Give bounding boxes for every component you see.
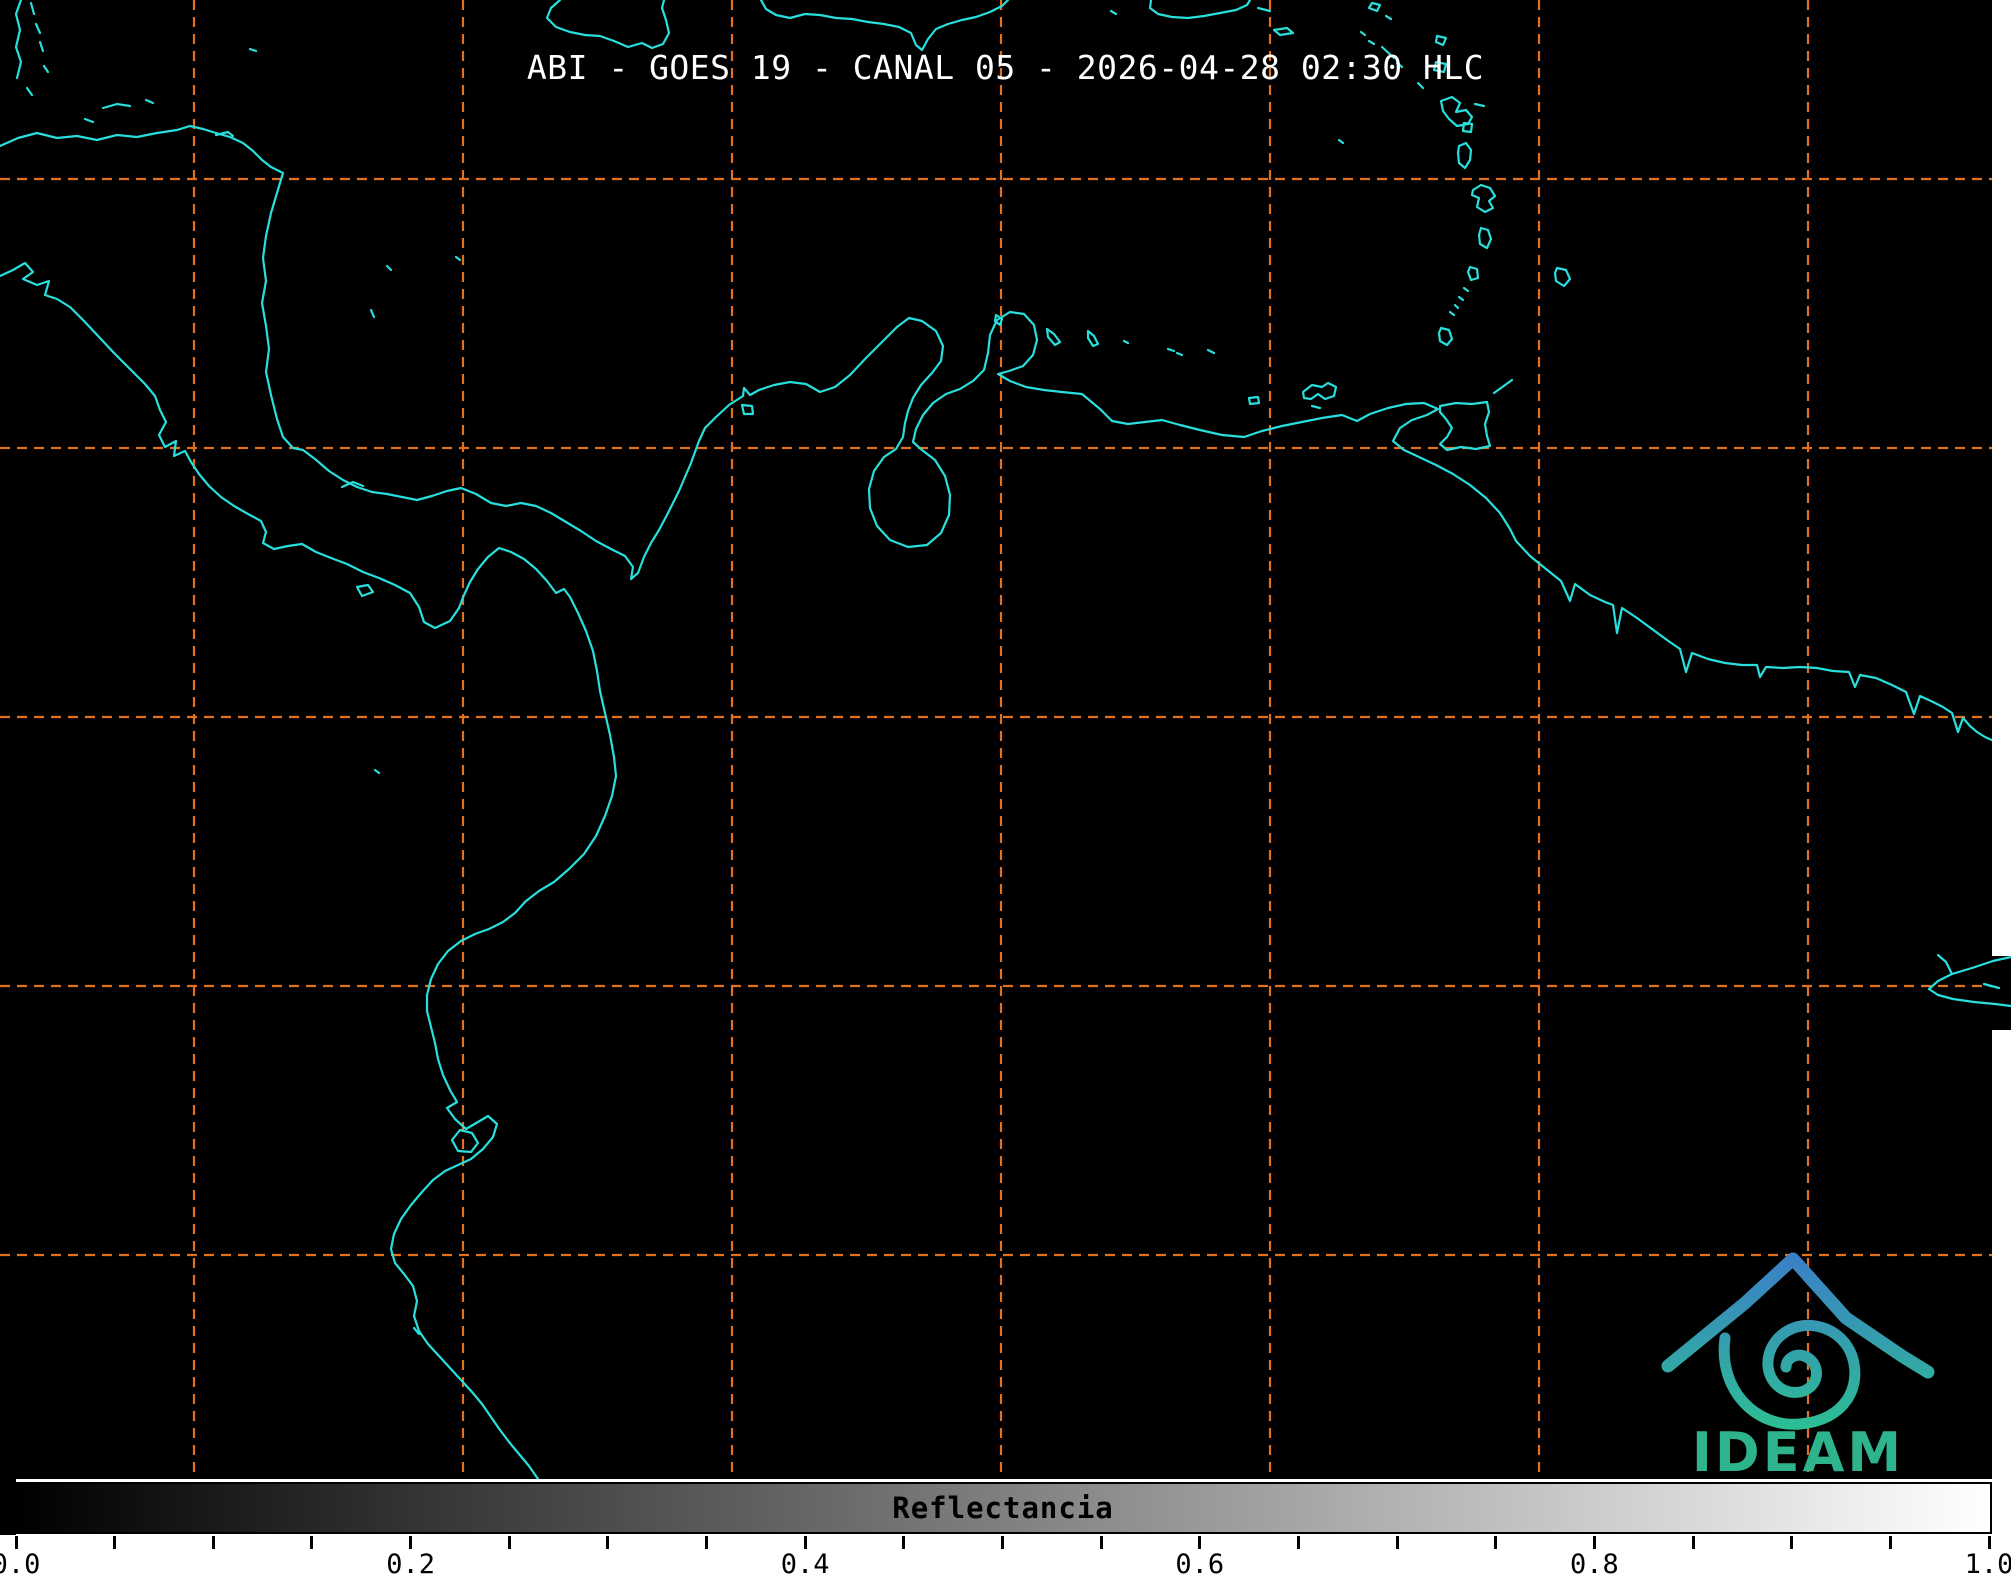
colorbar-tick (1494, 1536, 1498, 1549)
colorbar-tick (14, 1536, 18, 1549)
ideam-logo-text: IDEAM (1691, 1421, 1905, 1484)
colorbar-tick (902, 1536, 906, 1549)
map-canvas: ABI - GOES 19 - CANAL 05 - 2026-04-28 02… (0, 0, 2011, 1484)
colorbar-region: Reflectancia 0.0 0.2 0.4 0.6 0.8 1.0 (0, 1479, 2011, 1577)
nodata-strip (1992, 0, 2011, 1479)
colorbar-tick (1001, 1536, 1004, 1549)
map-title: ABI - GOES 19 - CANAL 05 - 2026-04-28 02… (526, 48, 1485, 87)
colorbar-tick-label: 0.4 (780, 1549, 830, 1577)
colorbar-tick (1592, 1536, 1596, 1549)
colorbar-tick-label: 0.2 (386, 1549, 435, 1577)
colorbar-tick (1198, 1536, 1202, 1549)
colorbar-tick (310, 1536, 314, 1549)
colorbar-tick (507, 1536, 511, 1549)
colorbar-tick (1296, 1536, 1300, 1549)
colorbar-tick (1790, 1536, 1794, 1549)
colorbar-tick (409, 1536, 413, 1549)
colorbar-tick-label: 0.8 (1570, 1549, 1619, 1577)
ideam-logo: IDEAM (1638, 1228, 1958, 1484)
goes-satellite-image: ABI - GOES 19 - CANAL 05 - 2026-04-28 02… (0, 0, 2011, 1577)
colorbar-tick (1395, 1536, 1399, 1549)
colorbar-tick-label: 0.0 (0, 1549, 41, 1577)
colorbar-tick (1691, 1536, 1695, 1549)
colorbar-tick (113, 1536, 117, 1549)
colorbar-tick (1987, 1536, 1991, 1549)
colorbar-tick (705, 1536, 709, 1549)
colorbar-tick-label: 0.6 (1175, 1549, 1225, 1577)
colorbar-title: Reflectancia (892, 1491, 1114, 1525)
colorbar-tick (1888, 1536, 1892, 1549)
colorbar-tick-label: 1.0 (1964, 1549, 2011, 1577)
hurricane-spiral-icon (1718, 1319, 1861, 1430)
colorbar-tick (606, 1536, 610, 1549)
colorbar-tick (1099, 1536, 1103, 1549)
colorbar-tick (803, 1536, 807, 1549)
colorbar-tick (211, 1536, 215, 1549)
